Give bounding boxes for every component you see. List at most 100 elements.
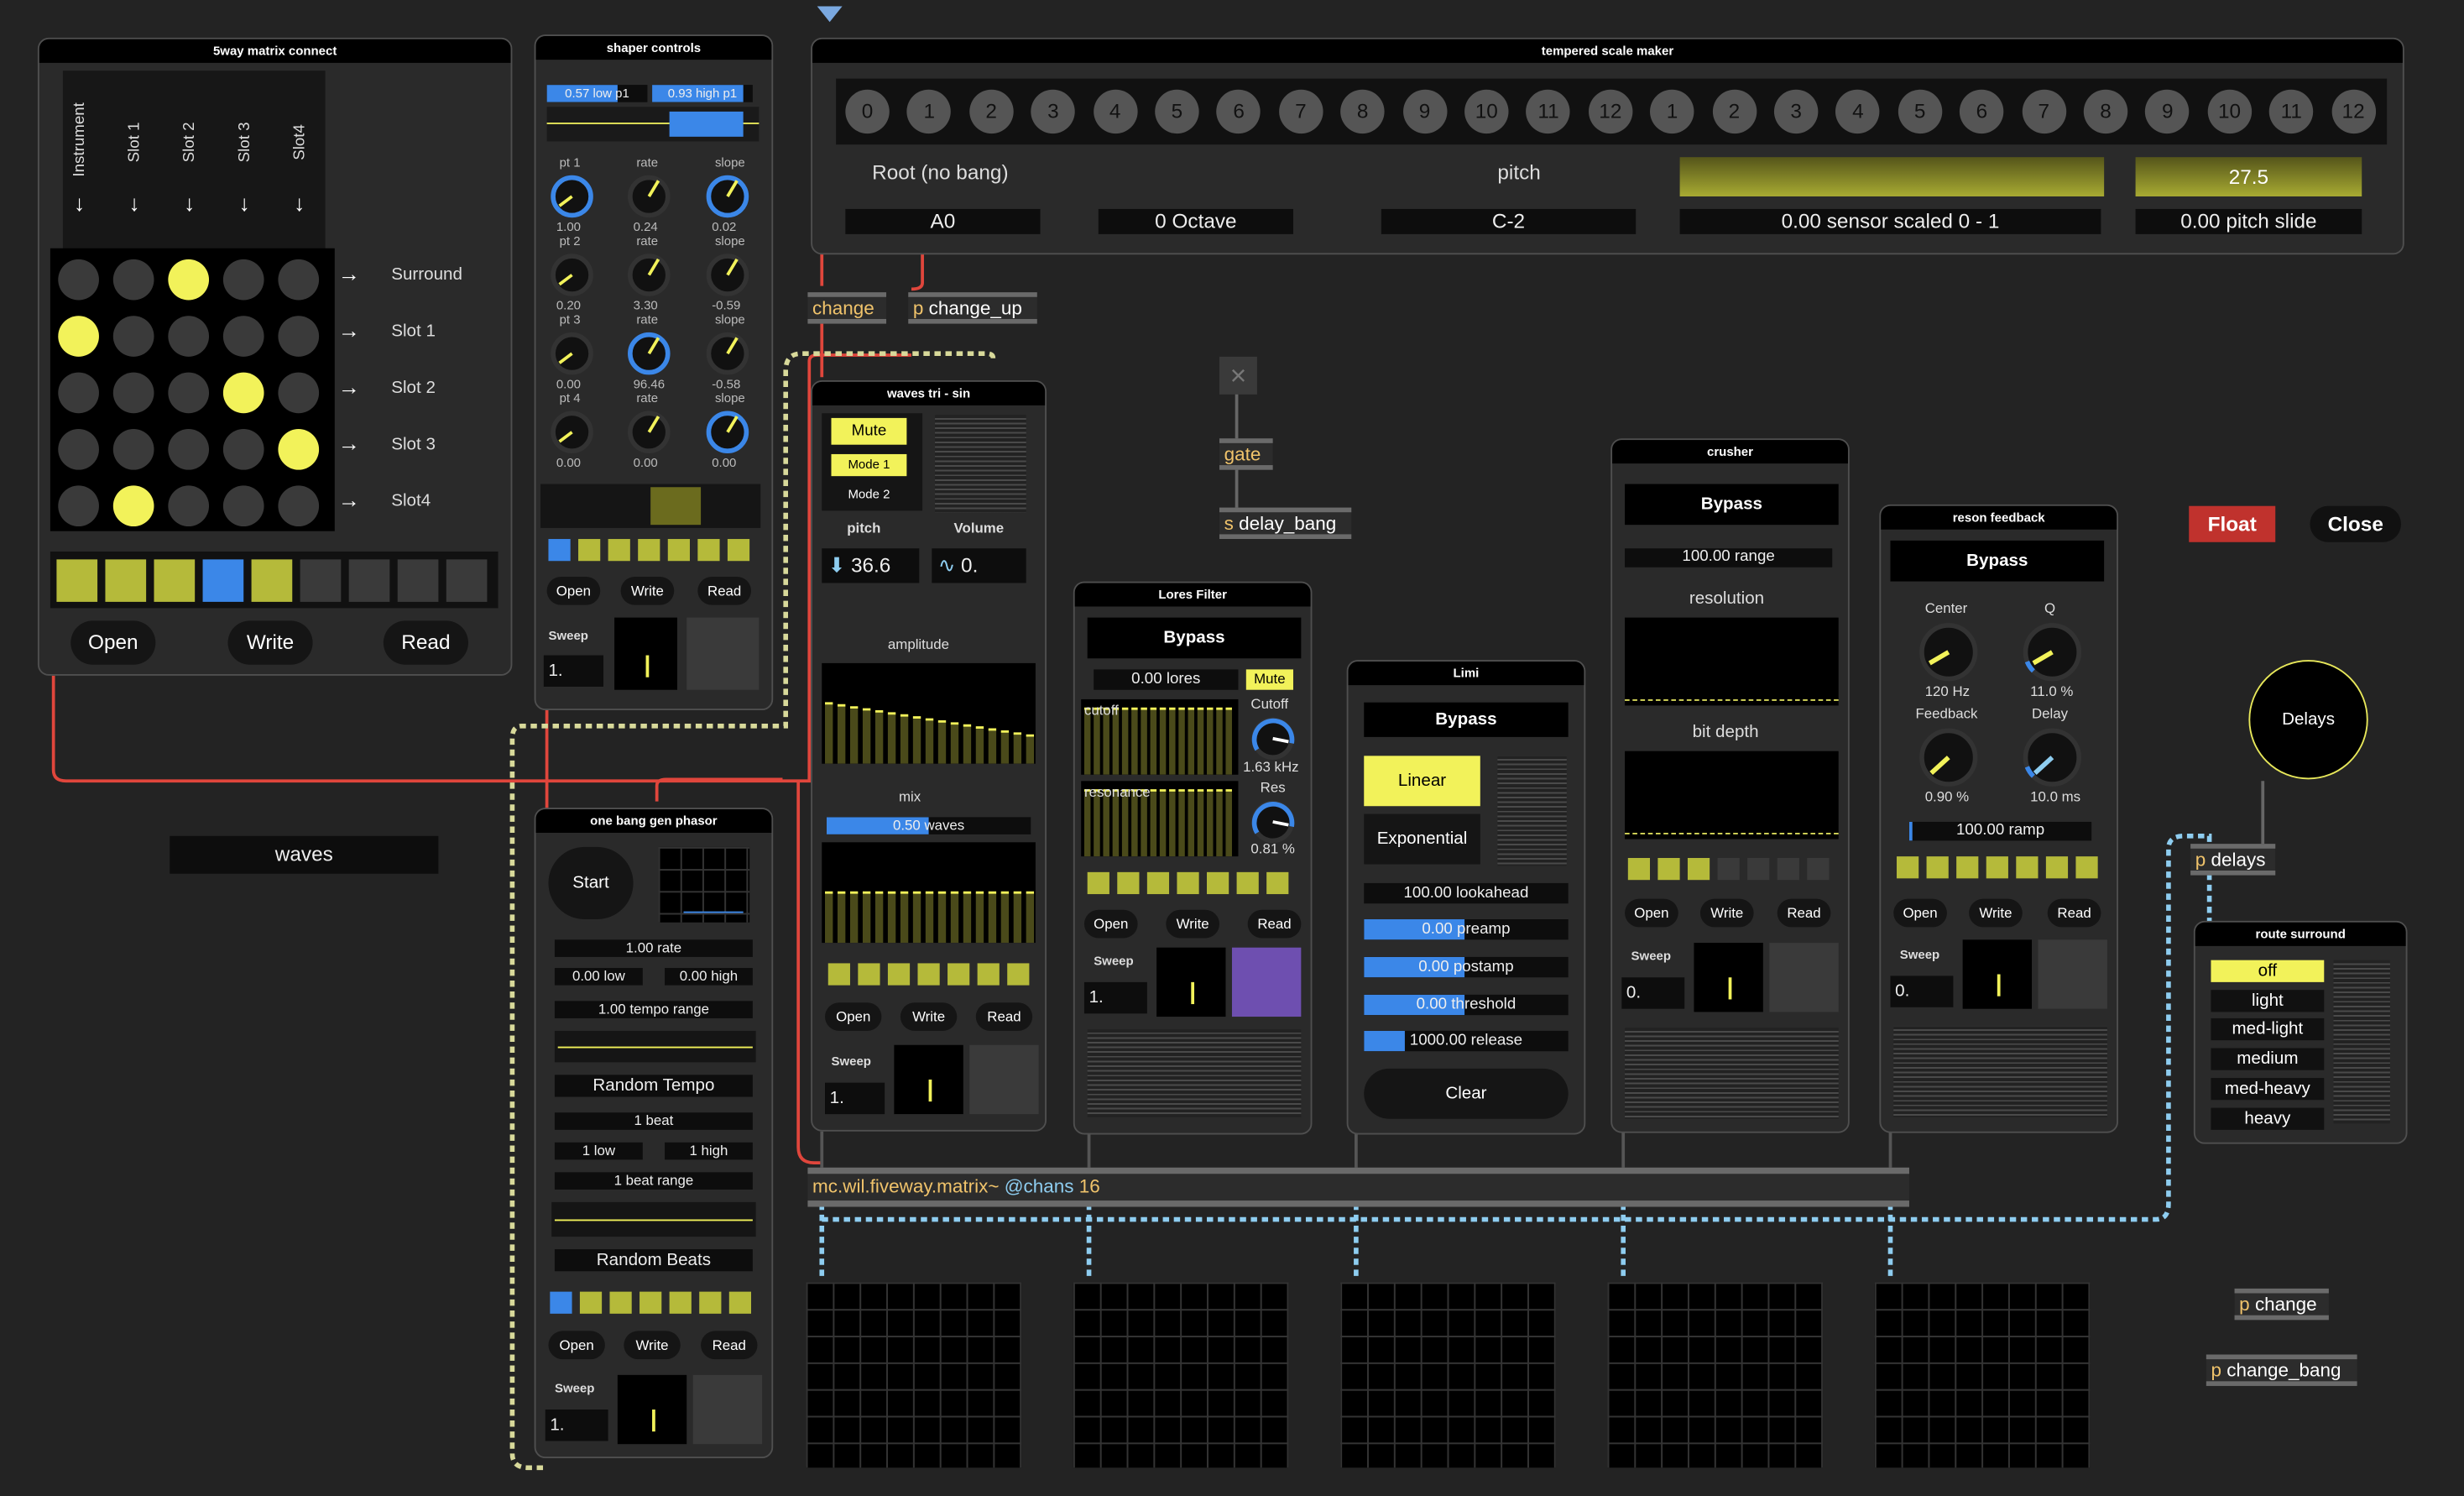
lores-lores-field[interactable]: 0.00 lores — [1094, 669, 1239, 690]
change-p-object[interactable]: p change — [2234, 1288, 2329, 1321]
matrix-cell[interactable] — [112, 259, 154, 301]
matrix-cell[interactable] — [168, 429, 210, 470]
surround-option[interactable]: heavy — [2211, 1106, 2325, 1129]
shaper-dial[interactable] — [702, 171, 753, 222]
scale-number-button[interactable]: 7 — [2022, 89, 2066, 134]
waves-write-button[interactable]: Write — [900, 1002, 958, 1031]
matrix-write-button[interactable]: Write — [227, 620, 313, 665]
scale-number-button[interactable]: 9 — [1402, 89, 1447, 134]
reson-preset-wheel[interactable] — [2038, 939, 2107, 1009]
phasor-preset-wheel[interactable] — [692, 1374, 763, 1445]
phasor-start-button[interactable]: Start — [548, 846, 634, 920]
lores-preset-slot[interactable] — [1266, 871, 1289, 895]
scale-number-button[interactable]: 8 — [1340, 89, 1385, 134]
scale-number-button[interactable]: 3 — [1773, 89, 1819, 134]
scale-number-button[interactable]: 3 — [1031, 89, 1076, 134]
waves-preset-slot[interactable] — [1007, 963, 1030, 986]
reson-bypass-button[interactable]: Bypass — [1890, 540, 2105, 582]
scale-number-button[interactable]: 0 — [845, 89, 890, 134]
matrix-preset-slot[interactable] — [397, 559, 439, 602]
matrix-object[interactable]: mc.wil.fiveway.matrix~ @chans 16 — [807, 1167, 1909, 1207]
scale-pitch-slide-field[interactable]: 0.00 pitch slide — [2135, 208, 2362, 234]
crusher-range[interactable]: 100.00 range — [1625, 548, 1833, 568]
lores-open-button[interactable]: Open — [1083, 909, 1138, 939]
phasor-beat-range[interactable]: 1 beat range — [554, 1172, 753, 1190]
shaper-range-slider[interactable] — [546, 107, 760, 142]
matrix-cell[interactable] — [112, 372, 154, 414]
shaper-low-p1[interactable]: 0.57 low p1 — [546, 85, 648, 102]
reson-read-button[interactable]: Read — [2047, 898, 2101, 928]
shaper-preset-slot[interactable] — [697, 539, 720, 562]
matrix-cell[interactable] — [278, 316, 320, 357]
phasor-open-button[interactable]: Open — [548, 1331, 605, 1360]
shaper-dial[interactable] — [702, 328, 753, 379]
crusher-open-button[interactable]: Open — [1625, 898, 1678, 928]
change-bang-object[interactable]: p change_bang — [2206, 1354, 2357, 1386]
reson-preset-slot[interactable] — [1956, 856, 1979, 879]
limi-release[interactable]: 1000.00 release — [1364, 1030, 1569, 1052]
surround-option[interactable]: light — [2211, 989, 2325, 1012]
matrix-cell[interactable] — [278, 485, 320, 527]
lores-read-button[interactable]: Read — [1247, 909, 1302, 939]
shaper-dial[interactable] — [547, 407, 598, 458]
phasor-preset-slot[interactable] — [669, 1291, 692, 1314]
matrix-cell[interactable] — [168, 316, 210, 357]
waves-read-button[interactable]: Read — [975, 1002, 1033, 1031]
waves-preset-slot[interactable] — [827, 963, 850, 986]
scale-number-button[interactable]: 7 — [1278, 89, 1323, 134]
crusher-resolution-multislider[interactable] — [1625, 617, 1839, 706]
shaper-dial[interactable] — [702, 250, 753, 301]
scale-number-button[interactable]: 5 — [1898, 89, 1942, 134]
matrix-cell[interactable] — [58, 259, 99, 301]
matrix-cell[interactable] — [112, 316, 154, 357]
waves-mix-slider[interactable]: 0.50 waves — [826, 817, 1031, 834]
change-object[interactable]: change — [807, 292, 887, 324]
matrix-preset-slot[interactable] — [251, 559, 293, 602]
matrix-preset-slot[interactable] — [56, 559, 98, 602]
lores-preset-slot[interactable] — [1117, 871, 1140, 895]
phasor-sweep-value[interactable]: 1. — [545, 1410, 608, 1441]
crusher-preset-slot[interactable] — [1807, 858, 1830, 881]
phasor-beat-low[interactable]: 1 low — [554, 1142, 643, 1160]
lores-preset-slot[interactable] — [1236, 871, 1259, 895]
shaper-preset-slot[interactable] — [548, 539, 571, 562]
phasor-beat-high[interactable]: 1 high — [665, 1142, 753, 1160]
scale-number-button[interactable]: 11 — [2269, 89, 2314, 134]
phasor-preset-slot[interactable] — [550, 1291, 572, 1314]
crusher-sweep-slider[interactable] — [1694, 943, 1763, 1012]
reson-preset-slot[interactable] — [1986, 856, 2008, 879]
float-button[interactable]: Float — [2189, 505, 2276, 542]
crusher-preset-slot[interactable] — [1717, 858, 1740, 881]
shaper-open-button[interactable]: Open — [546, 576, 601, 605]
matrix-cell[interactable] — [168, 485, 210, 527]
waves-preset-slot[interactable] — [947, 963, 970, 986]
phasor-beat-slider[interactable] — [551, 1201, 756, 1237]
matrix-cell[interactable] — [58, 372, 99, 414]
shaper-preset-slot[interactable] — [727, 539, 750, 562]
phasor-preset-slot[interactable] — [728, 1291, 752, 1314]
matrix-cell[interactable] — [112, 429, 154, 470]
shaper-preset-slot[interactable] — [638, 539, 660, 562]
crusher-preset-slot[interactable] — [1687, 858, 1710, 881]
scale-number-button[interactable]: 8 — [2083, 89, 2128, 134]
scale-pitch-value-box[interactable]: 27.5 — [2135, 157, 2362, 196]
crusher-sweep-value[interactable]: 0. — [1621, 977, 1685, 1009]
matrix-cell[interactable] — [168, 259, 210, 301]
phasor-preset-slot[interactable] — [639, 1291, 662, 1314]
shaper-dial[interactable] — [624, 328, 674, 379]
phasor-low[interactable]: 0.00 low — [554, 968, 643, 986]
phasor-random-beats[interactable]: Random Beats — [554, 1249, 753, 1272]
phasor-preset-slot[interactable] — [609, 1291, 632, 1314]
waves-mode2-button[interactable]: Mode 2 — [831, 484, 906, 506]
matrix-cell[interactable] — [222, 429, 264, 470]
crusher-preset-slot[interactable] — [1657, 858, 1680, 881]
shaper-preset-slot[interactable] — [608, 539, 630, 562]
shaper-dial[interactable] — [702, 407, 753, 458]
lores-cutoff-multislider[interactable]: cutoff — [1081, 698, 1239, 775]
waves-preset-slot[interactable] — [887, 963, 911, 986]
shaper-dial[interactable] — [547, 328, 598, 379]
scale-sensor-field[interactable]: 0.00 sensor scaled 0 - 1 — [1679, 208, 2101, 234]
reson-ramp[interactable]: 100.00 ramp — [1908, 821, 2092, 841]
matrix-read-button[interactable]: Read — [383, 620, 468, 665]
crusher-preset-slot[interactable] — [1777, 858, 1799, 881]
